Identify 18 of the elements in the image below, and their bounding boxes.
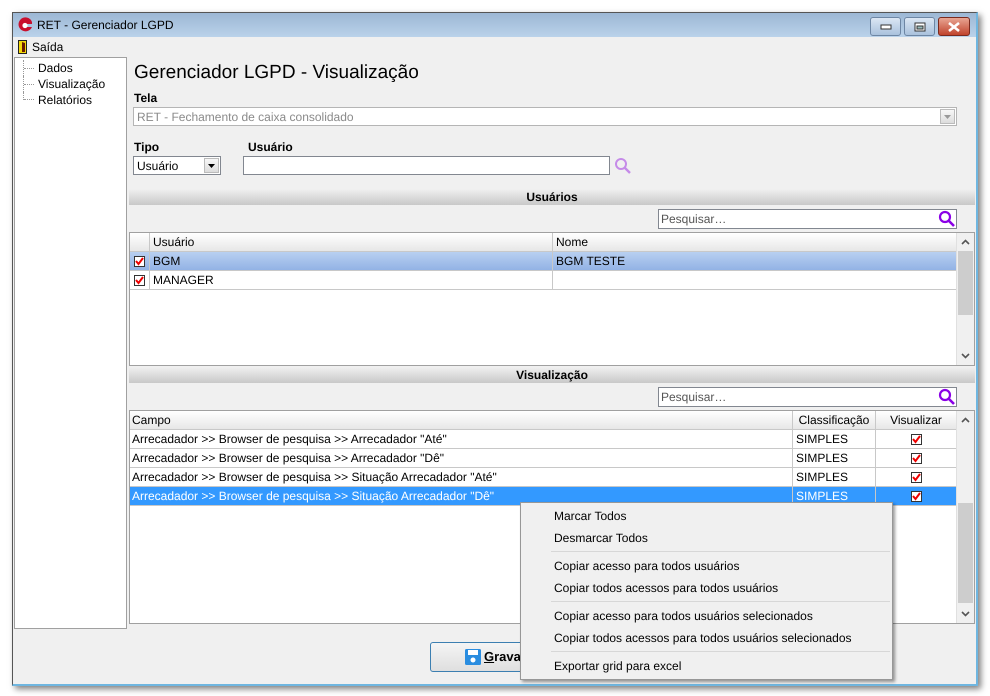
- table-cell: Arrecadador >> Browser de pesquisa >> Situação Arrecadador "Dê": [132, 489, 494, 503]
- table-cell: Arrecadador >> Browser de pesquisa >> Situação Arrecadador "Até": [132, 470, 497, 484]
- table-cell: Arrecadador >> Browser de pesquisa >> Arrecadador "Até": [132, 432, 447, 446]
- field-label: Usuário: [248, 140, 294, 154]
- section-title: Usuários: [526, 190, 578, 204]
- table-cell: BGM TESTE: [556, 254, 626, 268]
- section-title: Visualização: [516, 368, 588, 382]
- window-title: RET - Gerenciador LGPD: [37, 18, 174, 32]
- table-cell: SIMPLES: [796, 489, 848, 503]
- table-cell: MANAGER: [153, 273, 214, 287]
- page-title: Gerenciador LGPD - Visualização: [134, 61, 420, 85]
- field-label: Tela: [134, 91, 158, 105]
- table-cell: SIMPLES: [796, 432, 848, 446]
- table-cell: Arrecadador >> Browser de pesquisa >> Arrecadador "Dê": [132, 451, 444, 465]
- field-label: Tipo: [134, 140, 160, 154]
- table-cell: BGM: [153, 254, 180, 268]
- table-cell: SIMPLES: [796, 470, 848, 484]
- table-cell: SIMPLES: [796, 451, 848, 465]
